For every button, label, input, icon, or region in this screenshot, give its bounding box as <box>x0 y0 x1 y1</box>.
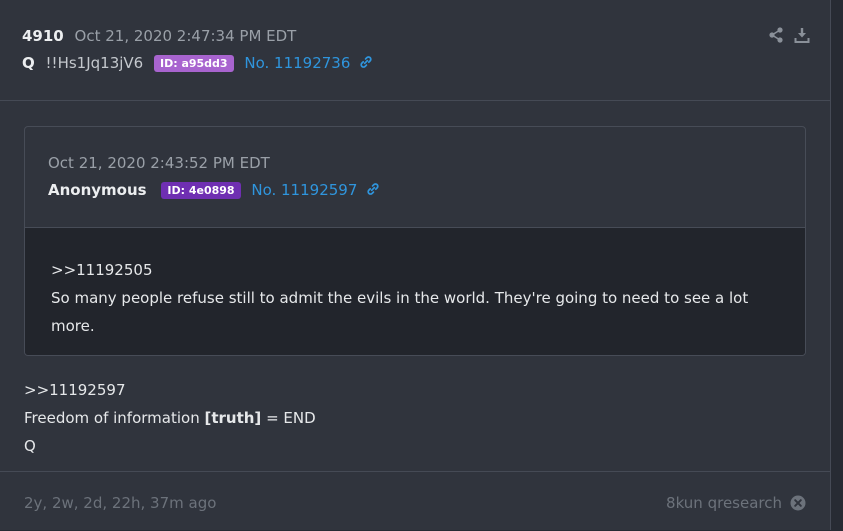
post-age: 2y, 2w, 2d, 22h, 37m ago <box>24 494 217 512</box>
post-source: 8kun qresearch <box>666 493 806 513</box>
quoted-number-link[interactable]: No. 11192597 <box>251 181 380 199</box>
signature-line: Q <box>24 437 36 455</box>
poster-id-badge: ID: a95dd3 <box>154 55 234 72</box>
link-icon <box>367 183 379 195</box>
quoted-id-badge: ID: 4e0898 <box>161 182 241 199</box>
post-author: Q <box>22 54 35 72</box>
post-author-row: Q !!Hs1Jq13jV6 ID: a95dd3 No. 11192736 <box>22 53 373 73</box>
quoted-meta-row: Oct 21, 2020 2:43:52 PM EDT <box>48 153 270 173</box>
message-text-end: = END <box>261 409 316 427</box>
quoted-post-header: Oct 21, 2020 2:43:52 PM EDT Anonymous ID… <box>25 127 805 228</box>
download-icon[interactable] <box>794 27 810 43</box>
quoted-number-link-label: No. 11192597 <box>251 181 358 199</box>
message-text-start: Freedom of information <box>24 409 205 427</box>
quoted-reply-ref[interactable]: >>11192505 <box>51 256 771 284</box>
reply-reference[interactable]: >>11192597 <box>24 376 316 404</box>
post-actions <box>768 27 810 43</box>
link-icon <box>360 56 372 68</box>
post-number: 4910 <box>22 27 64 45</box>
post-tripcode: !!Hs1Jq13jV6 <box>45 54 144 72</box>
post-body: >>11192597 Freedom of information [truth… <box>24 376 316 460</box>
post-number-link-label: No. 11192736 <box>244 54 351 72</box>
quoted-text: >>11192505 So many people refuse still t… <box>51 256 771 340</box>
post-card: 4910 Oct 21, 2020 2:47:34 PM EDT Q !!Hs1… <box>0 0 831 530</box>
message-line: Freedom of information [truth] = END <box>24 404 316 432</box>
post-header: 4910 Oct 21, 2020 2:47:34 PM EDT Q !!Hs1… <box>0 0 830 101</box>
source-label[interactable]: 8kun qresearch <box>666 493 782 513</box>
quoted-post-body: >>11192505 So many people refuse still t… <box>25 228 805 355</box>
quoted-message: So many people refuse still to admit the… <box>51 289 749 335</box>
quoted-author: Anonymous <box>48 181 147 199</box>
quoted-timestamp: Oct 21, 2020 2:43:52 PM EDT <box>48 154 270 172</box>
post-timestamp: Oct 21, 2020 2:47:34 PM EDT <box>74 27 297 45</box>
quoted-author-row: Anonymous ID: 4e0898 No. 11192597 <box>48 180 380 200</box>
close-circle-icon[interactable] <box>790 495 806 511</box>
message-bold-text: [truth] <box>204 409 262 427</box>
share-icon[interactable] <box>768 27 784 43</box>
post-meta-row: 4910 Oct 21, 2020 2:47:34 PM EDT <box>22 26 296 46</box>
quoted-post: Oct 21, 2020 2:43:52 PM EDT Anonymous ID… <box>24 126 806 356</box>
post-footer: 2y, 2w, 2d, 22h, 37m ago 8kun qresearch <box>0 471 830 531</box>
post-number-link[interactable]: No. 11192736 <box>244 54 373 72</box>
